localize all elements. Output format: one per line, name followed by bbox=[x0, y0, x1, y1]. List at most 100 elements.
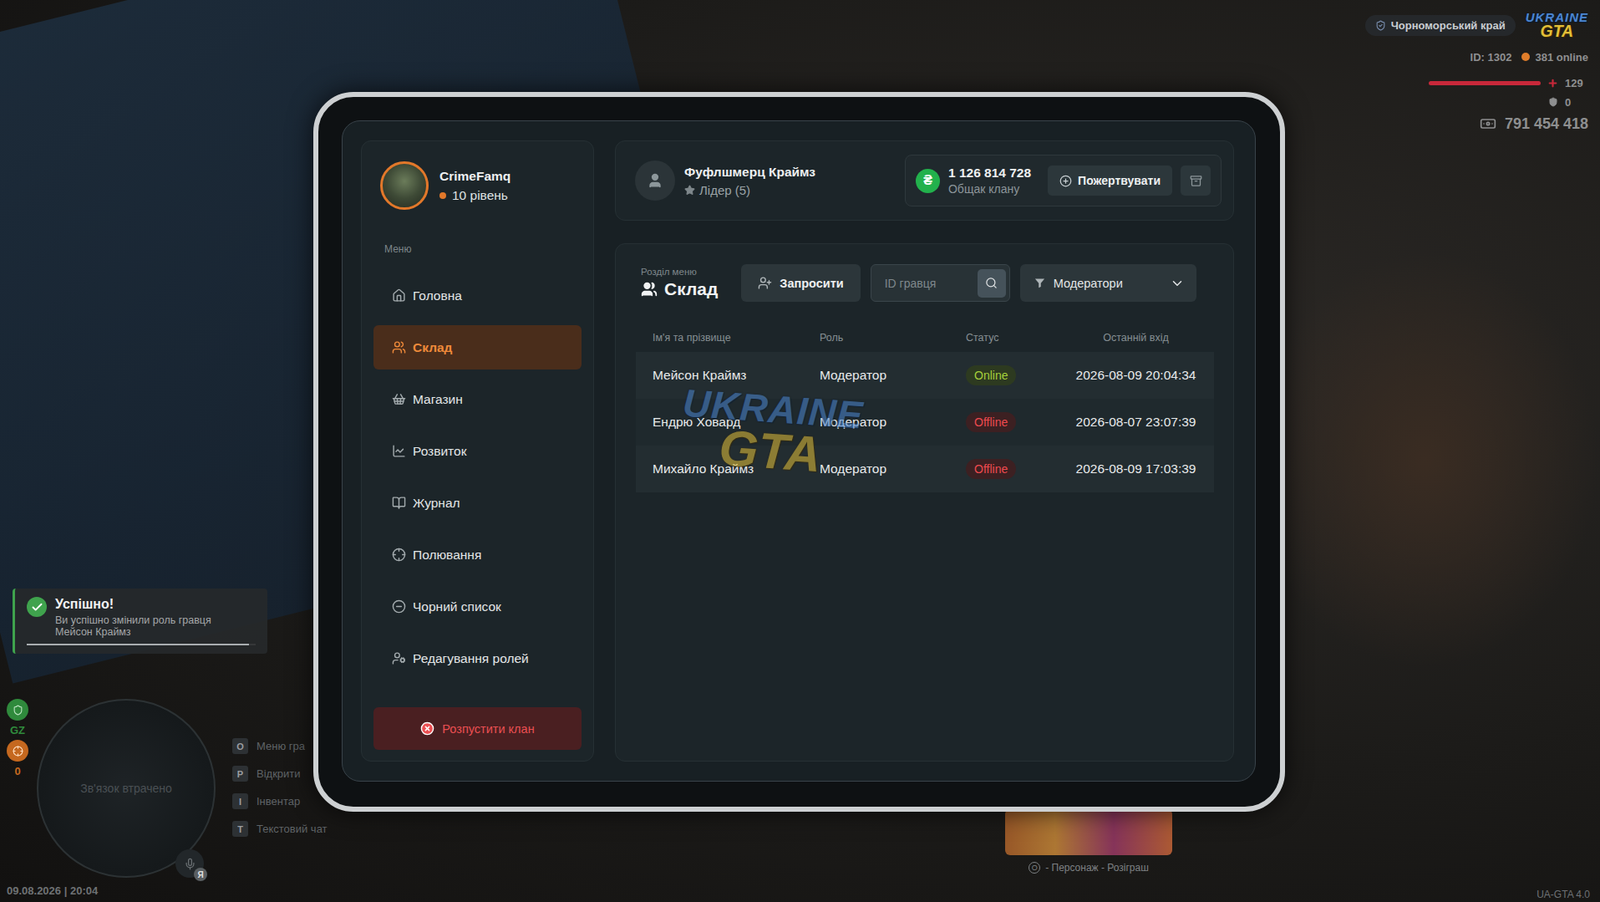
key-cap: T bbox=[232, 820, 249, 837]
notification-message: Ви успішно змінили роль гравця Мейсон Кр… bbox=[55, 614, 249, 639]
treasury-label: Общак клану bbox=[948, 182, 1032, 196]
member-role: Модератор bbox=[819, 414, 966, 430]
armor-value: 0 bbox=[1564, 96, 1589, 109]
table-row[interactable]: Михайло КраймзМодераторOffline2026-08-09… bbox=[635, 445, 1214, 493]
menu-icon bbox=[391, 495, 407, 510]
key-label: Текстовий чат bbox=[256, 822, 328, 835]
tablet-screen: CrimeFamq 10 рівень Меню Головна Склад Магази… bbox=[341, 120, 1256, 782]
member-role: Модератор bbox=[819, 367, 966, 383]
member-role: Модератор bbox=[819, 461, 966, 477]
sidebar-item[interactable]: Розвиток bbox=[373, 428, 582, 473]
mic-icon bbox=[183, 857, 197, 870]
currency-icon: ₴ bbox=[915, 168, 940, 194]
key-label: Меню гра bbox=[256, 739, 305, 752]
menu-icon bbox=[391, 443, 407, 458]
filter-icon bbox=[1033, 276, 1047, 290]
menu-icon bbox=[391, 599, 407, 614]
treasury: ₴ 1 126 814 728Общак клану Пожертвувати bbox=[904, 154, 1222, 207]
content-panel: Розділ меню Склад Запросити Модератори Ім'я … bbox=[614, 243, 1235, 762]
key-cap: O bbox=[232, 737, 249, 754]
leader-avatar bbox=[634, 160, 676, 201]
datetime: 09.08.2026 | 20:04 bbox=[6, 883, 98, 897]
promo-picture bbox=[1005, 808, 1173, 855]
online-count: 381 online bbox=[1534, 50, 1589, 64]
invite-button[interactable]: Запросити bbox=[741, 264, 860, 302]
donate-button[interactable]: Пожертвувати bbox=[1047, 165, 1173, 196]
status-badge: Offline bbox=[965, 411, 1016, 432]
last-login: 2026-08-09 20:04:34 bbox=[1057, 367, 1214, 383]
scene-shade bbox=[1249, 250, 1600, 669]
section-title: Склад bbox=[640, 279, 718, 300]
menu-icon bbox=[391, 650, 407, 666]
clan-profile: CrimeFamq 10 рівень bbox=[373, 161, 582, 210]
health-value: 129 bbox=[1564, 76, 1589, 90]
star-icon bbox=[684, 184, 696, 196]
role-filter[interactable]: Модератори bbox=[1020, 264, 1197, 302]
table-row[interactable]: Ендрю ХовардМодераторOffline2026-08-07 2… bbox=[635, 398, 1214, 446]
keybind: IІнвентар bbox=[232, 792, 328, 809]
archive-button[interactable] bbox=[1180, 165, 1211, 196]
clan-level: 10 рівень bbox=[439, 187, 511, 204]
column-header: Статус bbox=[965, 331, 1058, 344]
section-caption: Розділ меню bbox=[640, 266, 718, 277]
search-icon bbox=[985, 276, 998, 290]
sidebar-item[interactable]: Чорний список bbox=[373, 584, 582, 629]
chevron-down-icon bbox=[1169, 275, 1185, 291]
member-name: Михайло Краймз bbox=[652, 461, 820, 477]
zone-icon bbox=[6, 698, 29, 721]
minimap-status: Зв'язок втрачено bbox=[80, 781, 173, 795]
key-cap: I bbox=[232, 792, 249, 809]
column-header: Останній вхід bbox=[1057, 331, 1214, 344]
search-button[interactable] bbox=[977, 269, 1006, 298]
voice-badge: Я bbox=[175, 848, 204, 878]
user-plus-icon bbox=[757, 275, 773, 290]
version: UA-GTA 4.0 bbox=[1536, 888, 1590, 900]
search-field bbox=[870, 264, 1011, 302]
zone-label: GZ bbox=[10, 723, 26, 737]
sidebar-item[interactable]: Склад bbox=[373, 325, 582, 370]
money-icon bbox=[1479, 115, 1497, 133]
player-id-input[interactable] bbox=[883, 275, 978, 291]
user-icon bbox=[646, 172, 664, 189]
player-id: ID: 1302 bbox=[1470, 50, 1513, 64]
menu-icon bbox=[391, 547, 407, 562]
clan-name: CrimeFamq bbox=[439, 168, 511, 184]
wanted-icon bbox=[6, 739, 29, 762]
hud-top: Чорноморський крайUKRAINEGTAID: 1302381 … bbox=[1365, 11, 1589, 133]
region-icon bbox=[1375, 20, 1387, 31]
last-login: 2026-08-07 23:07:39 bbox=[1057, 414, 1214, 430]
voice-key: Я bbox=[193, 867, 208, 881]
table-header: Ім'я та прізвищеРольСтатусОстанній вхід bbox=[635, 326, 1214, 349]
sidebar-item[interactable]: Редагування ролей bbox=[373, 635, 582, 681]
column-header: Роль bbox=[819, 331, 966, 344]
success-icon bbox=[30, 600, 44, 614]
online-dot bbox=[1521, 52, 1530, 61]
table-row[interactable]: Мейсон КраймзМодераторOnline2026-08-09 2… bbox=[635, 351, 1214, 399]
server-logo: UKRAINEGTA bbox=[1525, 11, 1589, 40]
sidebar: CrimeFamq 10 рівень Меню Головна Склад Магази… bbox=[360, 140, 595, 762]
disband-button[interactable]: Розпустити клан bbox=[373, 706, 582, 750]
close-circle-icon bbox=[420, 721, 435, 736]
plus-circle-icon bbox=[1059, 174, 1072, 188]
sidebar-item[interactable]: Магазин bbox=[373, 376, 582, 422]
status-icons: GZ0 bbox=[6, 698, 29, 778]
sidebar-menu: Головна Склад Магазин Розвиток Журнал Полюван… bbox=[373, 273, 582, 681]
leader-role: Лідер (5) bbox=[684, 182, 816, 198]
treasury-amount: 1 126 814 728 bbox=[948, 165, 1032, 181]
promo: O- Персонаж - Розіграш bbox=[1005, 808, 1173, 874]
promo-key: O bbox=[1028, 861, 1041, 874]
menu-icon bbox=[391, 288, 407, 303]
column-header: Ім'я та прізвище bbox=[652, 331, 820, 344]
game-screen: Чорноморський крайUKRAINEGTAID: 1302381 … bbox=[0, 0, 1600, 902]
watermark: UKRAINEGTA bbox=[678, 385, 865, 482]
sidebar-item[interactable]: Головна bbox=[373, 273, 582, 318]
menu-label: Меню bbox=[384, 243, 582, 255]
last-login: 2026-08-09 17:03:39 bbox=[1057, 461, 1214, 477]
key-cap: P bbox=[232, 765, 249, 782]
sidebar-item[interactable]: Полювання bbox=[373, 532, 582, 577]
notification-title: Успішно! bbox=[55, 596, 249, 612]
menu-icon bbox=[391, 391, 407, 407]
notification: Успішно! Ви успішно змінили роль гравця М… bbox=[12, 588, 268, 654]
users-icon bbox=[640, 280, 658, 298]
sidebar-item[interactable]: Журнал bbox=[373, 480, 582, 525]
